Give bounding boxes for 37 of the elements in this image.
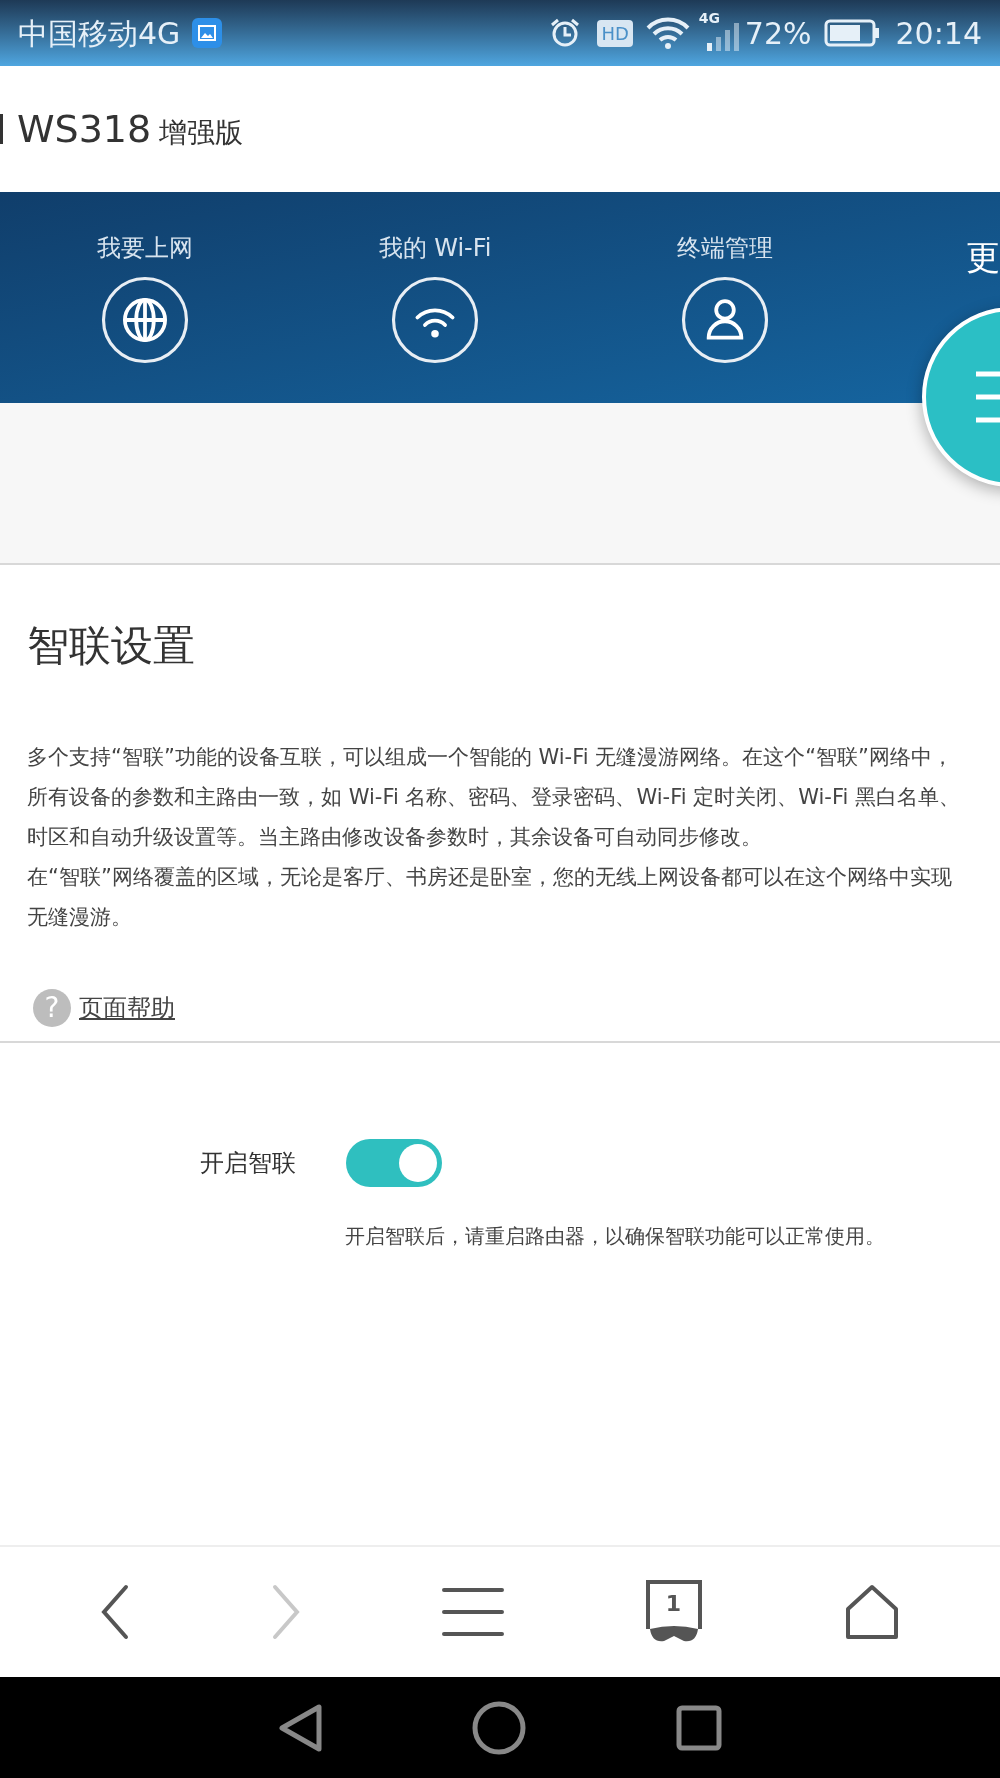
setting-hint: 开启智联后，请重启路由器，以确保智联功能可以正常使用。 <box>345 1223 886 1250</box>
nav-label[interactable]: 我要上网 <box>97 230 193 266</box>
hd-icon: HD <box>597 19 633 47</box>
section-title: 智联设置 <box>27 625 196 667</box>
help-icon: ? <box>33 989 71 1027</box>
home-icon[interactable] <box>843 1584 900 1640</box>
toggle-switch[interactable] <box>346 1139 442 1187</box>
tabs-button[interactable]: 1 <box>644 1579 703 1645</box>
person-icon[interactable] <box>681 276 769 364</box>
product-title: WS318 <box>17 105 152 153</box>
nav-label[interactable]: 我的 Wi-Fi <box>378 230 492 266</box>
battery-icon <box>823 19 880 47</box>
description-paragraph: 在“智联”网络覆盖的区域，无论是客厅、书房还是卧室，您的无线上网设备都可以在这个网络中实现无缝漫游。 <box>27 864 953 931</box>
recent-apps-icon[interactable] <box>676 1704 722 1751</box>
product-edition: 增强版 <box>159 115 244 151</box>
setting-label: 开启智联 <box>200 1148 297 1179</box>
back-icon[interactable] <box>278 1702 322 1753</box>
tab-count: 1 <box>665 1593 682 1615</box>
clock-time: 20:14 <box>895 14 982 53</box>
back-icon[interactable] <box>100 1584 131 1640</box>
home-icon[interactable] <box>472 1700 526 1755</box>
wifi-icon <box>644 16 691 50</box>
gallery-icon <box>192 18 223 48</box>
globe-icon[interactable] <box>101 276 189 364</box>
network-type: 4G <box>698 11 721 25</box>
more-label: 更 <box>966 236 1000 279</box>
description-paragraph: 多个支持“智联”功能的设备互联，可以组成一个智能的 Wi-Fi 无缝漫游网络。在这个“智联”网络中，所有设备的参数和主路由一致，如 Wi-Fi 名称、密码、登录密码、Wi-Fi 定时关闭、Wi-Fi 黑白名单、时区和自动升级设置等。当主路由修改设备参数时，其余设备可自动同步修改。 <box>27 744 961 851</box>
battery-percent: 72% <box>744 14 812 53</box>
page-help-link[interactable]: 页面帮助 <box>79 990 175 1026</box>
title-bar-mark <box>0 114 3 144</box>
nav-label[interactable]: 终端管理 <box>677 230 773 266</box>
signal-icon <box>706 23 741 51</box>
wifi-icon[interactable] <box>391 276 479 364</box>
carrier-name: 中国移动4G <box>18 14 181 53</box>
menu-icon[interactable] <box>442 1587 504 1637</box>
alarm-icon <box>549 17 582 49</box>
menu-icon <box>976 371 1000 423</box>
